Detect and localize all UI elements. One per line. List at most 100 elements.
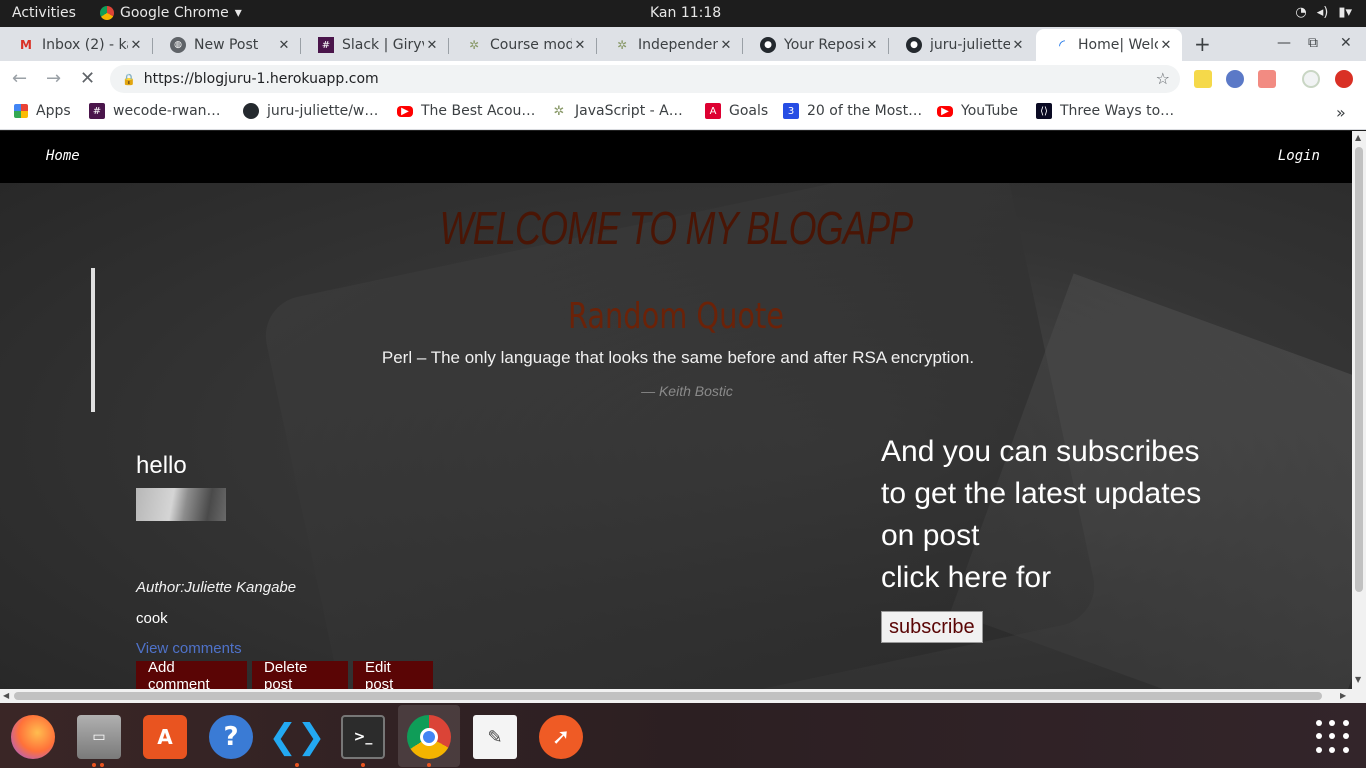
app-menu-label: Google Chrome — [120, 5, 229, 21]
view-comments-link[interactable]: View comments — [136, 640, 242, 657]
app-menu[interactable]: Google Chrome ▾ — [100, 5, 242, 21]
vscode-icon[interactable]: ❮❯ — [269, 715, 326, 759]
edit-post-button[interactable]: Edit post — [353, 659, 433, 689]
post-author: Author:Juliette Kangabe — [136, 579, 297, 596]
tab-course-mod[interactable]: ✲ Course mod ✕ — [448, 29, 596, 61]
bookmark-youtube[interactable]: ▶ YouTube — [937, 103, 1018, 119]
system-tray[interactable]: ◔ ◂) ▮▾ — [1295, 5, 1352, 20]
palm-icon: ✲ — [616, 38, 628, 52]
profile-update-icon[interactable] — [1335, 70, 1353, 88]
horizontal-scrollbar[interactable]: ◀ ▶ — [0, 689, 1366, 703]
close-icon[interactable]: ✕ — [572, 38, 588, 53]
bookmark-juru-juliette[interactable]: juru-juliette/w… — [243, 103, 378, 119]
bookmark-label: juru-juliette/w… — [267, 103, 379, 119]
quote-author: — Keith Bostic — [641, 383, 733, 399]
freecodecamp-icon: ⟨⟩ — [1036, 103, 1052, 119]
bookmark-best-acoustic[interactable]: ▶ The Best Acou… — [397, 103, 535, 119]
youtube-icon: ▶ — [397, 105, 413, 117]
tab-title: Independen — [638, 37, 718, 53]
bookmark-20-of-the-most[interactable]: 3 20 of the Most… — [783, 103, 922, 119]
subscribe-line-2: to get the latest updates — [881, 477, 1202, 510]
scroll-left-arrow-icon[interactable]: ◀ — [3, 691, 9, 700]
close-icon[interactable]: ✕ — [276, 38, 292, 53]
chrome-dock-icon[interactable] — [407, 715, 451, 759]
software-center-icon[interactable]: A — [143, 715, 187, 759]
bookmark-three-ways[interactable]: ⟨⟩ Three Ways to… — [1036, 103, 1174, 119]
close-icon[interactable]: ✕ — [424, 38, 440, 53]
nav-home-link[interactable]: Home — [46, 148, 80, 164]
bookmark-javascript[interactable]: ✲ JavaScript - A… — [551, 103, 683, 119]
bookmark-wecode[interactable]: # wecode-rwan… — [89, 103, 221, 119]
web-page: Home Login WELCOME TO MY BLOGAPP Random … — [0, 131, 1352, 689]
activities-button[interactable]: Activities — [12, 5, 76, 21]
extension-info-icon[interactable] — [1226, 70, 1244, 88]
add-comment-button[interactable]: Add comment — [136, 659, 247, 689]
bookmark-goals[interactable]: A Goals — [705, 103, 768, 119]
new-tab-button[interactable]: + — [1194, 32, 1211, 56]
close-icon[interactable]: ✕ — [1010, 38, 1026, 53]
bookmark-apps[interactable]: Apps — [14, 103, 71, 119]
firefox-icon[interactable] — [11, 715, 55, 759]
window-close-button[interactable]: ✕ — [1340, 35, 1352, 51]
scroll-up-arrow-icon[interactable]: ▲ — [1355, 133, 1361, 142]
lock-icon: 🔒 — [122, 72, 136, 86]
scroll-down-arrow-icon[interactable]: ▼ — [1355, 675, 1361, 684]
tab-title: Slack | Giryv — [342, 37, 424, 53]
tab-your-repositories[interactable]: ● Your Reposi ✕ — [742, 29, 888, 61]
bookmarks-overflow-button[interactable]: » — [1336, 103, 1346, 122]
clock[interactable]: Kan 11:18 — [650, 5, 721, 21]
url-text: https://blogjuru-1.herokuapp.com — [143, 71, 379, 87]
terminal-icon[interactable]: >_ — [341, 715, 385, 759]
system-top-bar: Activities Google Chrome ▾ Kan 11:18 ◔ ◂… — [0, 0, 1366, 27]
subscribe-button[interactable]: subscribe — [881, 611, 983, 643]
minimize-button[interactable]: — — [1277, 35, 1291, 51]
tab-title: Inbox (2) - ka — [42, 37, 128, 53]
show-applications-icon[interactable] — [1316, 720, 1350, 754]
close-icon[interactable]: ✕ — [128, 38, 144, 53]
tab-new-post[interactable]: ◍ New Post ✕ — [152, 29, 300, 61]
battery-icon: ▮▾ — [1338, 5, 1352, 20]
tab-strip: M Inbox (2) - ka ✕ ◍ New Post ✕ # Slack … — [0, 27, 1366, 61]
horizontal-scroll-thumb[interactable] — [14, 692, 1322, 700]
bookmark-label: YouTube — [961, 103, 1018, 119]
close-icon[interactable]: ✕ — [1158, 38, 1174, 53]
tab-juru-juliette[interactable]: ● juru-juliette ✕ — [888, 29, 1034, 61]
vertical-scroll-thumb[interactable] — [1355, 147, 1363, 592]
maximize-button[interactable]: ⧉ — [1308, 35, 1318, 51]
post-title: hello — [136, 452, 187, 479]
dock: ▭ A ? ❮❯ >_ ✎ ➚ — [0, 703, 1366, 768]
delete-post-button[interactable]: Delete post — [252, 659, 348, 689]
tab-slack[interactable]: # Slack | Giryv ✕ — [300, 29, 448, 61]
css3-icon: 3 — [783, 103, 799, 119]
help-icon[interactable]: ? — [209, 715, 253, 759]
tab-home-active[interactable]: ◜ Home| Welc ✕ — [1036, 29, 1182, 61]
volume-icon: ◂) — [1316, 5, 1329, 20]
forward-button[interactable]: → — [46, 68, 61, 89]
github-icon: ● — [760, 37, 776, 53]
close-icon[interactable]: ✕ — [864, 38, 880, 53]
vertical-scrollbar[interactable]: ▲ ▼ — [1352, 131, 1366, 689]
slack-icon: # — [318, 37, 334, 53]
tab-title: Course mod — [490, 37, 572, 53]
tab-title: juru-juliette — [930, 37, 1010, 53]
address-bar[interactable]: 🔒 https://blogjuru-1.herokuapp.com ☆ — [110, 65, 1180, 93]
scroll-right-arrow-icon[interactable]: ▶ — [1340, 691, 1346, 700]
extension-record-icon[interactable] — [1258, 70, 1276, 88]
tab-independent[interactable]: ✲ Independen ✕ — [596, 29, 742, 61]
stop-loading-button[interactable]: ✕ — [80, 68, 95, 89]
extension-cloud-icon[interactable] — [1302, 70, 1320, 88]
bookmark-label: Goals — [729, 103, 769, 119]
chevron-down-icon: ▾ — [234, 5, 242, 21]
bookmark-star-icon[interactable]: ☆ — [1156, 69, 1170, 88]
tab-inbox[interactable]: M Inbox (2) - ka ✕ — [0, 29, 152, 61]
bookmark-label: wecode-rwan… — [113, 103, 221, 119]
nav-login-link[interactable]: Login — [1278, 148, 1320, 164]
postman-icon[interactable]: ➚ — [539, 715, 583, 759]
close-icon[interactable]: ✕ — [718, 38, 734, 53]
site-navbar: Home Login — [0, 131, 1352, 183]
files-icon[interactable]: ▭ — [77, 715, 121, 759]
github-icon — [243, 103, 259, 119]
extension-note-icon[interactable] — [1194, 70, 1212, 88]
back-button[interactable]: ← — [12, 68, 27, 89]
text-editor-icon[interactable]: ✎ — [473, 715, 517, 759]
